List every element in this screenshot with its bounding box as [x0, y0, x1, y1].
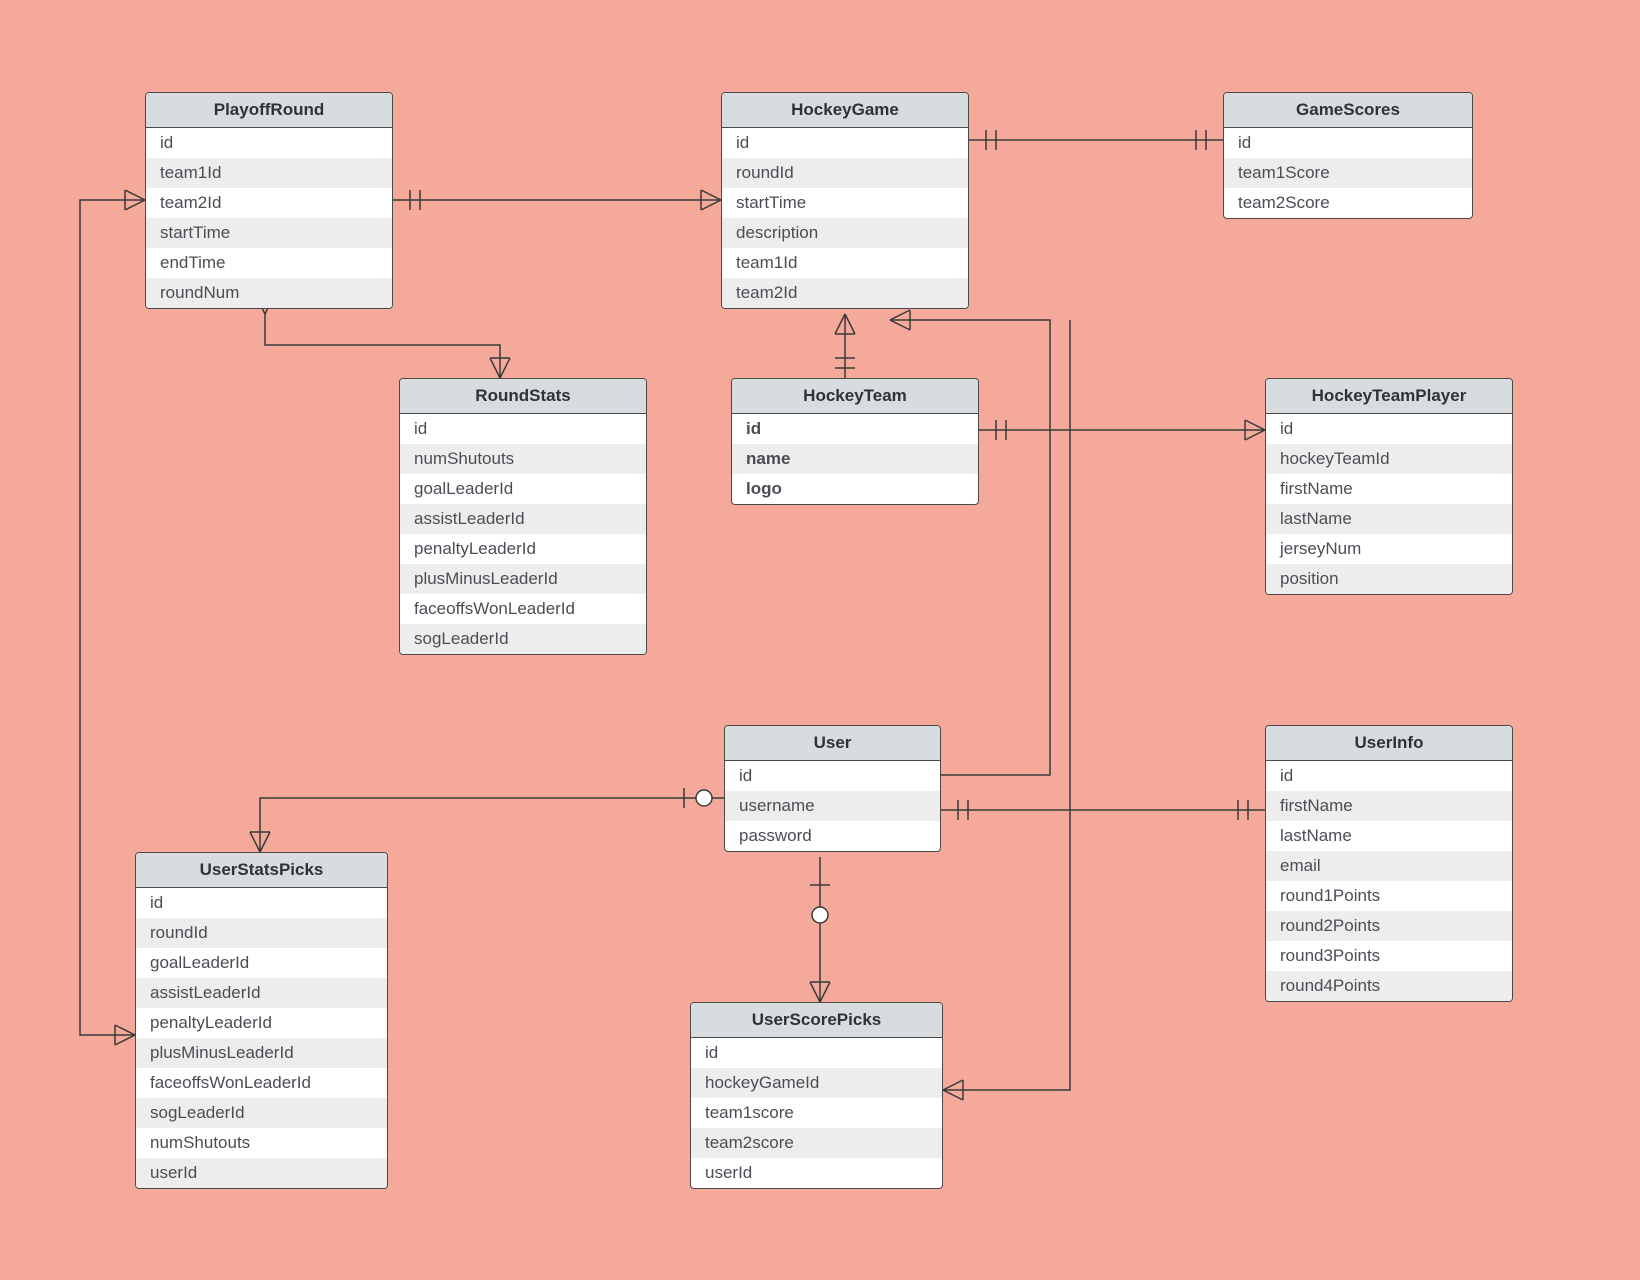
entity-header: RoundStats — [400, 379, 646, 414]
entity-field: sogLeaderId — [136, 1098, 387, 1128]
entity-field: password — [725, 821, 940, 851]
entity-field: startTime — [722, 188, 968, 218]
entity-field: id — [691, 1038, 942, 1068]
entity-field: id — [136, 888, 387, 918]
entity-field: id — [146, 128, 392, 158]
entity-user: Useridusernamepassword — [724, 725, 941, 852]
entity-header: PlayoffRound — [146, 93, 392, 128]
entity-field: faceoffsWonLeaderId — [400, 594, 646, 624]
entity-field: description — [722, 218, 968, 248]
entity-field: plusMinusLeaderId — [400, 564, 646, 594]
entity-field: hockeyGameId — [691, 1068, 942, 1098]
entity-field: round1Points — [1266, 881, 1512, 911]
entity-field: firstName — [1266, 791, 1512, 821]
entity-field: sogLeaderId — [400, 624, 646, 654]
entity-field: team1Id — [146, 158, 392, 188]
entity-field: numShutouts — [400, 444, 646, 474]
entity-field: id — [722, 128, 968, 158]
entity-field: team1Score — [1224, 158, 1472, 188]
entity-header: UserStatsPicks — [136, 853, 387, 888]
entity-field: endTime — [146, 248, 392, 278]
entity-userStatsPicks: UserStatsPicksidroundIdgoalLeaderIdassis… — [135, 852, 388, 1189]
entity-field: numShutouts — [136, 1128, 387, 1158]
entity-field: team2Id — [146, 188, 392, 218]
entity-field: assistLeaderId — [136, 978, 387, 1008]
entity-field: id — [1266, 761, 1512, 791]
entity-hockeyTeam: HockeyTeamidnamelogo — [731, 378, 979, 505]
entity-field: penaltyLeaderId — [136, 1008, 387, 1038]
entity-field: id — [732, 414, 978, 444]
entity-field: id — [1266, 414, 1512, 444]
entity-field: round2Points — [1266, 911, 1512, 941]
entity-field: position — [1266, 564, 1512, 594]
entity-field: assistLeaderId — [400, 504, 646, 534]
entity-field: id — [400, 414, 646, 444]
entity-field: id — [725, 761, 940, 791]
entity-field: logo — [732, 474, 978, 504]
entity-header: UserScorePicks — [691, 1003, 942, 1038]
entity-field: goalLeaderId — [136, 948, 387, 978]
entity-field: startTime — [146, 218, 392, 248]
entity-field: plusMinusLeaderId — [136, 1038, 387, 1068]
entity-field: roundId — [136, 918, 387, 948]
entity-hockeyGame: HockeyGameidroundIdstartTimedescriptiont… — [721, 92, 969, 309]
entity-field: email — [1266, 851, 1512, 881]
entity-hockeyTeamPlayer: HockeyTeamPlayeridhockeyTeamIdfirstNamel… — [1265, 378, 1513, 595]
entity-field: userId — [136, 1158, 387, 1188]
entity-field: round4Points — [1266, 971, 1512, 1001]
entity-field: roundNum — [146, 278, 392, 308]
entity-roundStats: RoundStatsidnumShutoutsgoalLeaderIdassis… — [399, 378, 647, 655]
entity-field: round3Points — [1266, 941, 1512, 971]
entity-field: team1Id — [722, 248, 968, 278]
entity-userScorePicks: UserScorePicksidhockeyGameIdteam1scorete… — [690, 1002, 943, 1189]
entity-field: name — [732, 444, 978, 474]
entity-field: team2Score — [1224, 188, 1472, 218]
entity-field: id — [1224, 128, 1472, 158]
entity-field: lastName — [1266, 504, 1512, 534]
entity-field: firstName — [1266, 474, 1512, 504]
entity-header: User — [725, 726, 940, 761]
entity-field: lastName — [1266, 821, 1512, 851]
entity-header: HockeyTeamPlayer — [1266, 379, 1512, 414]
entity-field: penaltyLeaderId — [400, 534, 646, 564]
entity-header: UserInfo — [1266, 726, 1512, 761]
entity-field: userId — [691, 1158, 942, 1188]
entity-header: HockeyTeam — [732, 379, 978, 414]
entity-header: HockeyGame — [722, 93, 968, 128]
entity-playoffRound: PlayoffRoundidteam1Idteam2IdstartTimeend… — [145, 92, 393, 309]
entity-field: team2score — [691, 1128, 942, 1158]
entity-field: jerseyNum — [1266, 534, 1512, 564]
entity-field: team1score — [691, 1098, 942, 1128]
entity-field: team2Id — [722, 278, 968, 308]
entity-field: hockeyTeamId — [1266, 444, 1512, 474]
entity-field: roundId — [722, 158, 968, 188]
entity-header: GameScores — [1224, 93, 1472, 128]
entity-gameScores: GameScoresidteam1Scoreteam2Score — [1223, 92, 1473, 219]
entity-field: username — [725, 791, 940, 821]
entity-field: goalLeaderId — [400, 474, 646, 504]
entity-userInfo: UserInfoidfirstNamelastNameemailround1Po… — [1265, 725, 1513, 1002]
entity-field: faceoffsWonLeaderId — [136, 1068, 387, 1098]
